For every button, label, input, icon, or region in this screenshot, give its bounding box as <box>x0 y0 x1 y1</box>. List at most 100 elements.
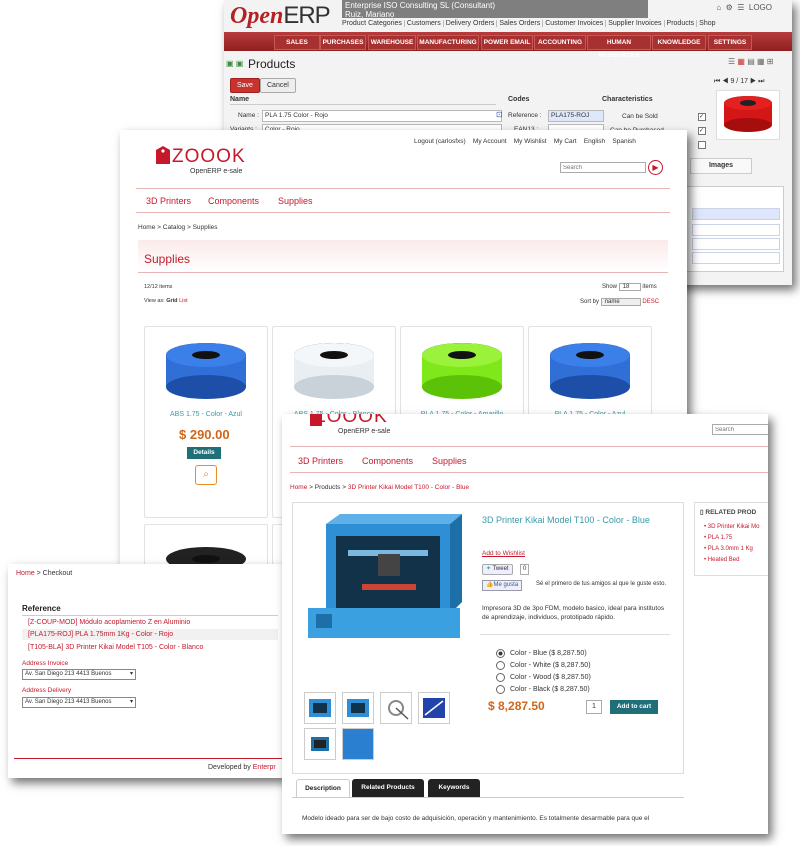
address-invoice-select[interactable]: Av. San Diego 213 4413 Buenos ▾ <box>22 669 136 680</box>
home-icon[interactable]: ⌂ <box>716 3 721 12</box>
menu-warehouse[interactable]: WAREHOUSE <box>368 35 416 50</box>
shortcut-link[interactable]: Product Categories <box>342 20 405 27</box>
logout-link[interactable]: Logout (carlosfxs) <box>414 138 466 145</box>
breadcrumb-catalog[interactable]: Catalog <box>163 224 185 231</box>
translate-icon[interactable]: ⊡ <box>496 110 503 119</box>
image-row[interactable] <box>692 208 780 220</box>
image-row[interactable] <box>692 252 780 264</box>
variant-option[interactable]: Color - Black ($ 8,287.50) <box>496 684 591 696</box>
thumbnail[interactable] <box>304 692 336 724</box>
can-be-purchased-checkbox[interactable]: ✓ <box>698 127 706 135</box>
image-row[interactable] <box>692 238 780 250</box>
radio[interactable] <box>496 684 505 694</box>
english-link[interactable]: English <box>584 138 605 145</box>
name-field[interactable]: PLA 1.75 Color - Rojo <box>262 110 502 122</box>
save-button[interactable]: Save <box>230 78 260 93</box>
nav-3d-printers[interactable]: 3D Printers <box>298 456 343 466</box>
variant-option[interactable]: Color - Blue ($ 8,287.50) <box>496 648 591 660</box>
related-item[interactable]: • PLA 1.75 <box>704 533 759 544</box>
search-go-icon[interactable]: ▶ <box>648 160 663 175</box>
characteristic-checkbox[interactable] <box>698 141 706 149</box>
show-select[interactable]: 18 <box>618 283 641 291</box>
nav-components[interactable]: Components <box>362 456 413 466</box>
search-input[interactable] <box>560 162 646 173</box>
search-input[interactable] <box>712 424 768 435</box>
company-selector[interactable]: Enterprise ISO Consulting SL (Consultant… <box>342 0 648 19</box>
menu-power-email[interactable]: POWER EMAIL <box>481 35 533 50</box>
can-be-sold-checkbox[interactable]: ✓ <box>698 113 706 121</box>
variant-option[interactable]: Color - White ($ 8,287.50) <box>496 660 591 672</box>
menu-human-resources[interactable]: HUMAN RESOURCES <box>587 35 651 59</box>
menu-purchases[interactable]: PURCHASES <box>320 35 366 50</box>
product-name[interactable]: ABS 1.75 - Color - Azul <box>145 411 267 418</box>
view-switcher[interactable]: ☰ ▦ ▤ ▦ ⊞ <box>728 57 773 66</box>
menu-accounting[interactable]: ACCOUNTING <box>534 35 586 50</box>
gear-icon[interactable]: ⚙ <box>726 3 733 12</box>
first-page-icon[interactable]: ⏮ <box>714 78 720 85</box>
nav-supplies[interactable]: Supplies <box>278 196 313 206</box>
shortcut-link[interactable]: Customers <box>406 20 444 27</box>
product-card[interactable]: ABS 1.75 - Color - Azul $ 290.00 Details… <box>144 326 268 518</box>
view-grid-link[interactable]: Grid <box>166 298 177 304</box>
nav-3d-printers[interactable]: 3D Printers <box>146 196 191 206</box>
menu-manufacturing[interactable]: MANUFACTURING <box>417 35 479 50</box>
footer-link[interactable]: Enterpr <box>253 764 276 771</box>
breadcrumb-products[interactable]: Products <box>315 484 341 491</box>
thumbnail[interactable] <box>380 692 412 724</box>
like-button[interactable]: 👍Me gusta <box>482 580 523 591</box>
spanish-link[interactable]: Spanish <box>612 138 636 145</box>
next-page-icon[interactable]: ▶ <box>750 78 756 85</box>
sort-direction-link[interactable]: DESC <box>642 299 659 305</box>
tweet-button[interactable]: ✦ Tweet <box>482 564 513 575</box>
shortcut-link[interactable]: Supplier Invoices <box>608 20 665 27</box>
add-to-cart-button[interactable]: Add to cart <box>610 700 658 714</box>
thumbnail[interactable] <box>304 728 336 760</box>
breadcrumb-home[interactable]: Home <box>138 224 155 231</box>
order-line[interactable]: [Z-COUP-MOD] Módulo acoplamiento Z en Al… <box>28 619 190 626</box>
radio[interactable] <box>496 660 505 670</box>
thumbnail[interactable] <box>342 728 374 760</box>
nav-supplies[interactable]: Supplies <box>432 456 467 466</box>
quantity-input[interactable]: 1 <box>586 700 602 714</box>
shortcut-link[interactable]: Customer Invoices <box>545 20 607 27</box>
my-cart-link[interactable]: My Cart <box>554 138 577 145</box>
nav-components[interactable]: Components <box>208 196 259 206</box>
my-wishlist-link[interactable]: My Wishlist <box>514 138 547 145</box>
tab-keywords[interactable]: Keywords <box>428 779 480 797</box>
related-item[interactable]: • Heated Bed <box>704 555 759 566</box>
thumbnail[interactable] <box>418 692 450 724</box>
radio-checked[interactable] <box>496 648 505 658</box>
shortcut-link[interactable]: Products <box>666 20 698 27</box>
address-delivery-select[interactable]: Av. San Diego 213 4413 Buenos ▾ <box>22 697 136 708</box>
my-account-link[interactable]: My Account <box>473 138 507 145</box>
prev-page-icon[interactable]: ◀ <box>722 78 728 85</box>
variant-option[interactable]: Color - Wood ($ 8,287.50) <box>496 672 591 684</box>
details-button[interactable]: Details <box>187 447 221 459</box>
related-item[interactable]: • PLA 3.0mm 1 Kg <box>704 544 759 555</box>
menu-sales[interactable]: SALES <box>274 35 320 50</box>
related-item[interactable]: • 3D Printer Kikai Mo <box>704 522 759 533</box>
tab-related-products[interactable]: Related Products <box>352 779 424 797</box>
shortcut-link[interactable]: Delivery Orders <box>445 20 498 27</box>
order-line[interactable]: [T105-BLA] 3D Printer Kikai Model T105 -… <box>28 644 203 651</box>
tab-description[interactable]: Description <box>296 779 350 798</box>
menu-knowledge[interactable]: KNOWLEDGE <box>652 35 706 50</box>
breadcrumb-supplies[interactable]: Supplies <box>193 224 218 231</box>
breadcrumb-home[interactable]: Home <box>16 570 35 577</box>
thumbnail[interactable] <box>342 692 374 724</box>
settings-icon[interactable]: ☰ <box>737 3 744 12</box>
radio[interactable] <box>496 672 505 682</box>
menu-settings[interactable]: SETTINGS <box>708 35 752 50</box>
breadcrumb-home[interactable]: Home <box>290 484 307 491</box>
shortcut-link[interactable]: Sales Orders <box>499 20 544 27</box>
tab-images[interactable]: Images <box>690 158 752 174</box>
sort-select[interactable]: name <box>600 298 641 306</box>
reference-field[interactable]: PLA175-ROJ <box>548 110 604 122</box>
cancel-button[interactable]: Cancel <box>260 78 296 93</box>
image-row[interactable] <box>692 224 780 236</box>
add-to-wishlist-link[interactable]: Add to Wishlist <box>482 550 525 557</box>
view-list-link[interactable]: List <box>179 298 188 304</box>
shortcut-icons[interactable]: ▣ ▣ <box>226 59 243 68</box>
last-page-icon[interactable]: ⏭ <box>758 78 764 85</box>
magnify-icon[interactable]: ⌕ <box>195 465 217 485</box>
